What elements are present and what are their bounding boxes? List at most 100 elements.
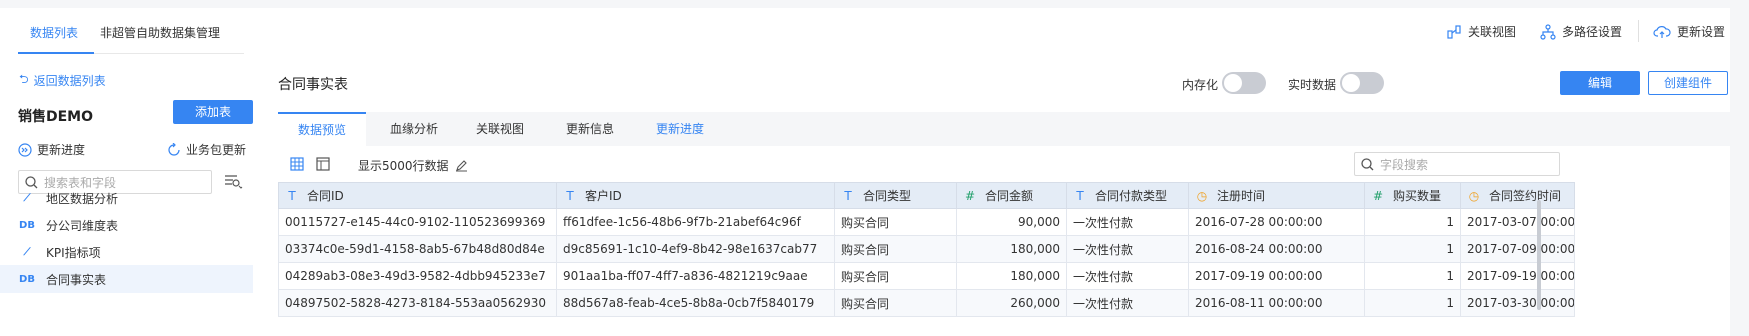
text-type-icon: T — [844, 189, 852, 203]
list-item[interactable]: ⟋ 地区数据分析 — [0, 184, 253, 212]
table-cell: 180,000 — [956, 262, 1067, 290]
table-cell: 2016-08-11 00:00:00 — [1188, 289, 1365, 317]
table-cell: 1 — [1364, 235, 1461, 263]
column-header[interactable]: T 合同类型 — [834, 182, 957, 209]
tab-data-list[interactable]: 数据列表 — [30, 24, 78, 41]
update-progress-label: 更新进度 — [37, 143, 86, 157]
list-item-label: 合同事实表 — [46, 272, 107, 287]
table-cell: 03374c0e-59d1-4158-8ab5-67b48d80d84e — [278, 235, 557, 263]
table-cell: 2016-08-24 00:00:00 — [1188, 235, 1365, 263]
table-cell: 2017-07-09 00:00 — [1460, 235, 1575, 263]
preview-toolbar: 显示5000行数据 字段搜索 — [278, 146, 1730, 182]
package-title: 销售DEMO — [18, 109, 94, 125]
tab-relation-view[interactable]: 关联视图 — [460, 112, 540, 146]
table-cell: 1 — [1364, 262, 1461, 290]
chart-line-icon: ⟋ — [23, 246, 31, 258]
column-header-label: 合同ID — [307, 189, 344, 203]
multipath-settings-label: 多路径设置 — [1562, 25, 1623, 39]
update-progress-button[interactable]: 更新进度 — [18, 141, 85, 158]
table-cell: 购买合同 — [834, 208, 957, 236]
table-cell: 88d567a8-feab-4ce5-8b8a-0cb7f5840179 — [556, 289, 835, 317]
field-search-input[interactable]: 字段搜索 — [1354, 152, 1560, 176]
table-cell: 1 — [1364, 289, 1461, 317]
column-header-label: 合同金额 — [985, 189, 1034, 203]
column-header-label: 合同付款类型 — [1095, 189, 1168, 203]
list-item-label: KPI指标项 — [46, 245, 101, 260]
clock-type-icon: ◷ — [1196, 189, 1208, 203]
number-type-icon: # — [964, 189, 976, 203]
subtab-bar: 数据预览 血缘分析 关联视图 更新信息 更新进度 — [278, 112, 1730, 146]
column-header-label: 合同类型 — [863, 189, 912, 203]
db-icon: DB — [19, 219, 35, 231]
edit-button[interactable]: 编辑 — [1560, 71, 1640, 95]
create-component-button[interactable]: 创建组件 — [1648, 71, 1728, 95]
tab-data-preview[interactable]: 数据预览 — [278, 112, 366, 146]
field-search-placeholder: 字段搜索 — [1380, 157, 1429, 172]
toggle-knob — [1224, 74, 1242, 92]
table-cell: 一次性付款 — [1066, 235, 1189, 263]
update-settings-button[interactable]: 更新设置 — [1653, 23, 1725, 40]
progress-icon — [18, 142, 32, 157]
hierarchy-icon — [1540, 23, 1556, 40]
table-cell: 购买合同 — [834, 262, 957, 290]
column-header-label: 客户ID — [585, 189, 622, 203]
table-row: 04289ab3-08e3-49d3-9582-4dbb945233e7 901… — [278, 262, 1575, 290]
package-update-label: 业务包更新 — [186, 143, 247, 157]
back-to-list-link[interactable]: ⮌ 返回数据列表 — [19, 70, 106, 91]
layout-view-icon[interactable] — [316, 157, 330, 174]
package-update-button[interactable]: 业务包更新 — [167, 141, 246, 158]
table-cell: 2017-03-30 00:00 — [1460, 289, 1575, 317]
top-actions-divider — [1638, 20, 1639, 42]
table-cell: 一次性付款 — [1066, 262, 1189, 290]
table-row: 00115727-e145-44c0-9102-110523699369 ff6… — [278, 208, 1575, 236]
table-cell: 901aa1ba-ff07-4ff7-a836-4821219c9aae — [556, 262, 835, 290]
column-header[interactable]: T 客户ID — [556, 182, 835, 209]
number-type-icon: # — [1372, 189, 1384, 203]
vertical-scrollbar[interactable] — [1537, 200, 1541, 310]
tab-self-service-dataset[interactable]: 非超管自助数据集管理 — [100, 24, 220, 41]
in-memory-label: 内存化 — [1182, 78, 1219, 92]
table-cell: 一次性付款 — [1066, 208, 1189, 236]
text-type-icon: T — [288, 189, 296, 203]
sidebar: ⮌ 返回数据列表 销售DEMO 添加表 更新进度 业务包更新 搜索表和字段 ⟋ … — [0, 54, 262, 336]
table-cell: 260,000 — [956, 289, 1067, 317]
table-header-row: T 合同ID T 客户ID T 合同类型 # 合同金额 T 合同付款类型 ◷ 注册时间 # 购… — [278, 182, 1575, 209]
search-icon — [1361, 157, 1374, 170]
clock-type-icon: ◷ — [1468, 189, 1480, 203]
list-item-label: 地区数据分析 — [46, 191, 119, 206]
edit-pencil-icon — [455, 160, 467, 172]
table-cell: 90,000 — [956, 208, 1067, 236]
table-row: 04897502-5828-4273-8184-553aa0562930 88d… — [278, 289, 1575, 317]
realtime-label: 实时数据 — [1288, 78, 1337, 92]
realtime-toggle[interactable] — [1340, 72, 1384, 94]
table-cell: 购买合同 — [834, 235, 957, 263]
column-header[interactable]: ◷ 注册时间 — [1188, 182, 1365, 209]
relation-view-button[interactable]: 关联视图 — [1446, 23, 1516, 40]
tab-lineage[interactable]: 血缘分析 — [372, 112, 456, 146]
list-item-active[interactable]: DB 合同事实表 — [0, 265, 253, 293]
table-cell: 00115727-e145-44c0-9102-110523699369 — [278, 208, 557, 236]
column-header-label: 注册时间 — [1217, 189, 1266, 203]
column-header[interactable]: # 购买数量 — [1364, 182, 1461, 209]
grid-view-icon[interactable] — [290, 157, 304, 174]
table-cell: 一次性付款 — [1066, 289, 1189, 317]
column-header[interactable]: T 合同付款类型 — [1066, 182, 1189, 209]
tab-update-progress[interactable]: 更新进度 — [640, 112, 720, 146]
column-header[interactable]: ◷ 合同签约时间 — [1460, 182, 1575, 209]
list-item[interactable]: ⟋ KPI指标项 — [0, 238, 253, 266]
back-arrow-icon: ⮌ — [19, 72, 29, 86]
tab-update-info[interactable]: 更新信息 — [550, 112, 630, 146]
column-header[interactable]: T 合同ID — [278, 182, 557, 209]
table-cell: 04897502-5828-4273-8184-553aa0562930 — [278, 289, 557, 317]
table-cell: 1 — [1364, 208, 1461, 236]
update-settings-label: 更新设置 — [1677, 25, 1726, 39]
list-item-label: 分公司维度表 — [46, 218, 119, 233]
text-type-icon: T — [1076, 189, 1084, 203]
table-cell: 04289ab3-08e3-49d3-9582-4dbb945233e7 — [278, 262, 557, 290]
in-memory-toggle[interactable] — [1222, 72, 1266, 94]
list-item[interactable]: DB 分公司维度表 — [0, 211, 253, 239]
row-limit-control[interactable]: 显示5000行数据 — [358, 157, 468, 174]
multipath-settings-button[interactable]: 多路径设置 — [1540, 23, 1622, 40]
add-table-button[interactable]: 添加表 — [173, 100, 253, 124]
column-header[interactable]: # 合同金额 — [956, 182, 1067, 209]
